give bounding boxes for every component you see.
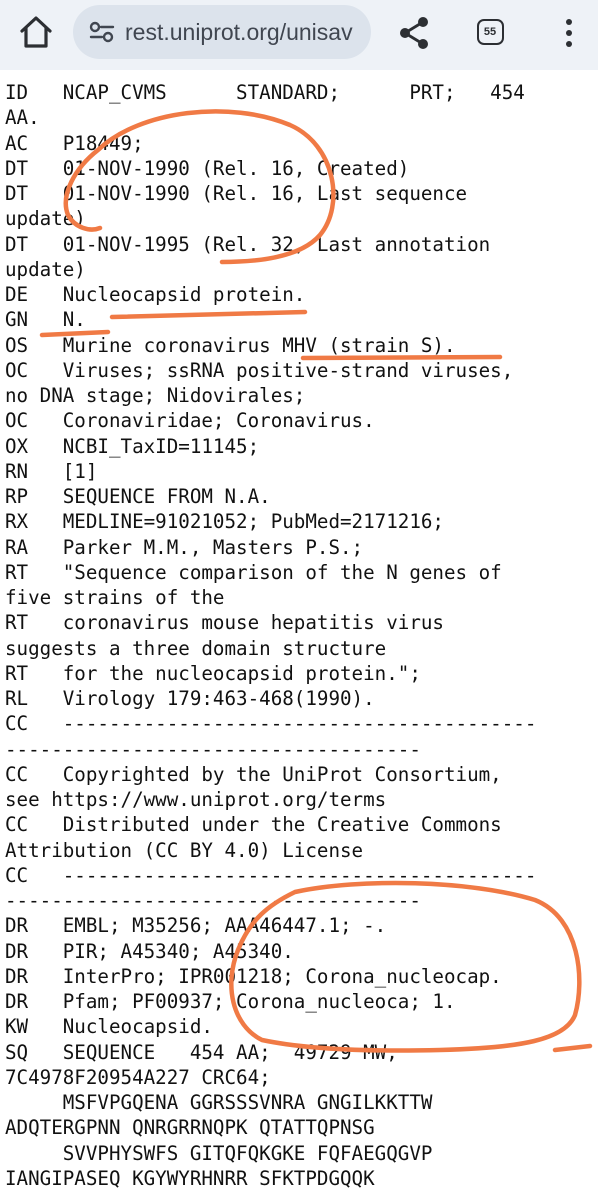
entry-line: RT coronavirus mouse hepatitis virus — [5, 611, 444, 635]
entry-line: OC Viruses; ssRNA positive-strand viruse… — [5, 358, 514, 382]
entry-line: OS Murine coronavirus MHV (strain S). — [5, 333, 456, 357]
entry-line: RT "Sequence comparison of the N genes o… — [5, 560, 502, 584]
entry-line: CC -------------------------------------… — [5, 712, 537, 736]
share-icon — [400, 17, 428, 49]
entry-line: RL Virology 179:463-468(1990). — [5, 687, 375, 710]
entry-line: DT 01-NOV-1995 (Rel. 32, Last annotation — [5, 232, 491, 256]
entry-line: update) — [5, 257, 86, 281]
menu-dot-icon — [566, 30, 572, 36]
entry-line: CC Distributed under the Creative Common… — [5, 813, 502, 837]
home-icon — [20, 16, 52, 48]
entry-line: DR Pfam; PF00937; Corona_nucleoca; 1. — [5, 990, 456, 1013]
entry-line: IANGIPASEQ KGYWYRHNRR SFKTPDGQQK — [5, 1166, 375, 1190]
entry-line: no DNA stage; Nidovirales; — [5, 384, 306, 407]
entry-line: ------------------------------------ — [5, 737, 421, 761]
entry-line: SQ SEQUENCE 454 AA; 49729 MW; — [5, 1040, 398, 1064]
entry-line: DR InterPro; IPR001218; Corona_nucleocap… — [5, 964, 502, 988]
menu-dot-icon — [566, 41, 572, 47]
entry-line: ADQTERGPNN QNRGRRNQPK QTATTQPNSG — [5, 1116, 375, 1140]
site-settings-icon[interactable] — [87, 17, 117, 47]
entry-line: AA. — [5, 106, 40, 130]
tab-count: 55 — [483, 26, 497, 38]
entry-line: OC Coronaviridae; Coronavirus. — [5, 409, 375, 433]
home-button[interactable] — [14, 12, 58, 52]
entry-line: see https://www.uniprot.org/terms — [5, 788, 387, 811]
entry-line: ------------------------------------ — [5, 889, 421, 912]
entry-line: OX NCBI_TaxID=11145; — [5, 434, 260, 458]
tab-switcher-button[interactable]: 55 — [470, 13, 510, 51]
entry-line: DE Nucleocapsid protein. — [5, 283, 306, 306]
entry-line: KW Nucleocapsid. — [5, 1015, 213, 1039]
entry-line: CC Copyrighted by the UniProt Consortium… — [5, 762, 502, 786]
entry-line: five strains of the — [5, 586, 225, 609]
entry-line: DT 01-NOV-1990 (Rel. 16, Created) — [5, 156, 410, 180]
entry-line: RP SEQUENCE FROM N.A. — [5, 485, 271, 508]
uniprot-entry-text: ID NCAP_CVMS STANDARD; PRT; 454 AA. AC P… — [5, 80, 595, 1191]
entry-line: GN N. — [5, 308, 86, 332]
entry-line: 7C4978F20954A227 CRC64; — [5, 1065, 271, 1089]
entry-line: MSFVPGQENA GGRSSSVNRA GNGILKKTTW — [5, 1091, 433, 1114]
share-button[interactable] — [392, 13, 436, 53]
entry-line: suggests a three domain structure — [5, 636, 387, 660]
entry-line: RA Parker M.M., Masters P.S.; — [5, 535, 364, 559]
entry-line: Attribution (CC BY 4.0) License — [5, 838, 364, 862]
overflow-menu-button[interactable] — [554, 13, 584, 53]
entry-line: RX MEDLINE=91021052; PubMed=2171216; — [5, 510, 444, 534]
browser-toolbar: rest.uniprot.org/unisav 55 — [0, 0, 598, 70]
tab-count-badge: 55 — [476, 19, 504, 45]
menu-dot-icon — [566, 19, 572, 25]
entry-line: DR PIR; A45340; A45340. — [5, 939, 294, 963]
entry-line: CC -------------------------------------… — [5, 863, 537, 887]
entry-line: RN [1] — [5, 459, 98, 483]
entry-line: RT for the nucleocapsid protein."; — [5, 661, 421, 685]
entry-line: update) — [5, 207, 86, 231]
address-bar[interactable]: rest.uniprot.org/unisav — [73, 5, 371, 59]
entry-line: AC P18449; — [5, 131, 144, 155]
url-text: rest.uniprot.org/unisav — [125, 18, 353, 45]
entry-line: DT 01-NOV-1990 (Rel. 16, Last sequence — [5, 182, 468, 205]
entry-line: DR EMBL; M35256; AAA46447.1; -. — [5, 914, 387, 938]
entry-line: SVVPHYSWFS GITQFQKGKE FQFAEGQGVP — [5, 1141, 433, 1165]
entry-line: ID NCAP_CVMS STANDARD; PRT; 454 — [5, 81, 525, 104]
